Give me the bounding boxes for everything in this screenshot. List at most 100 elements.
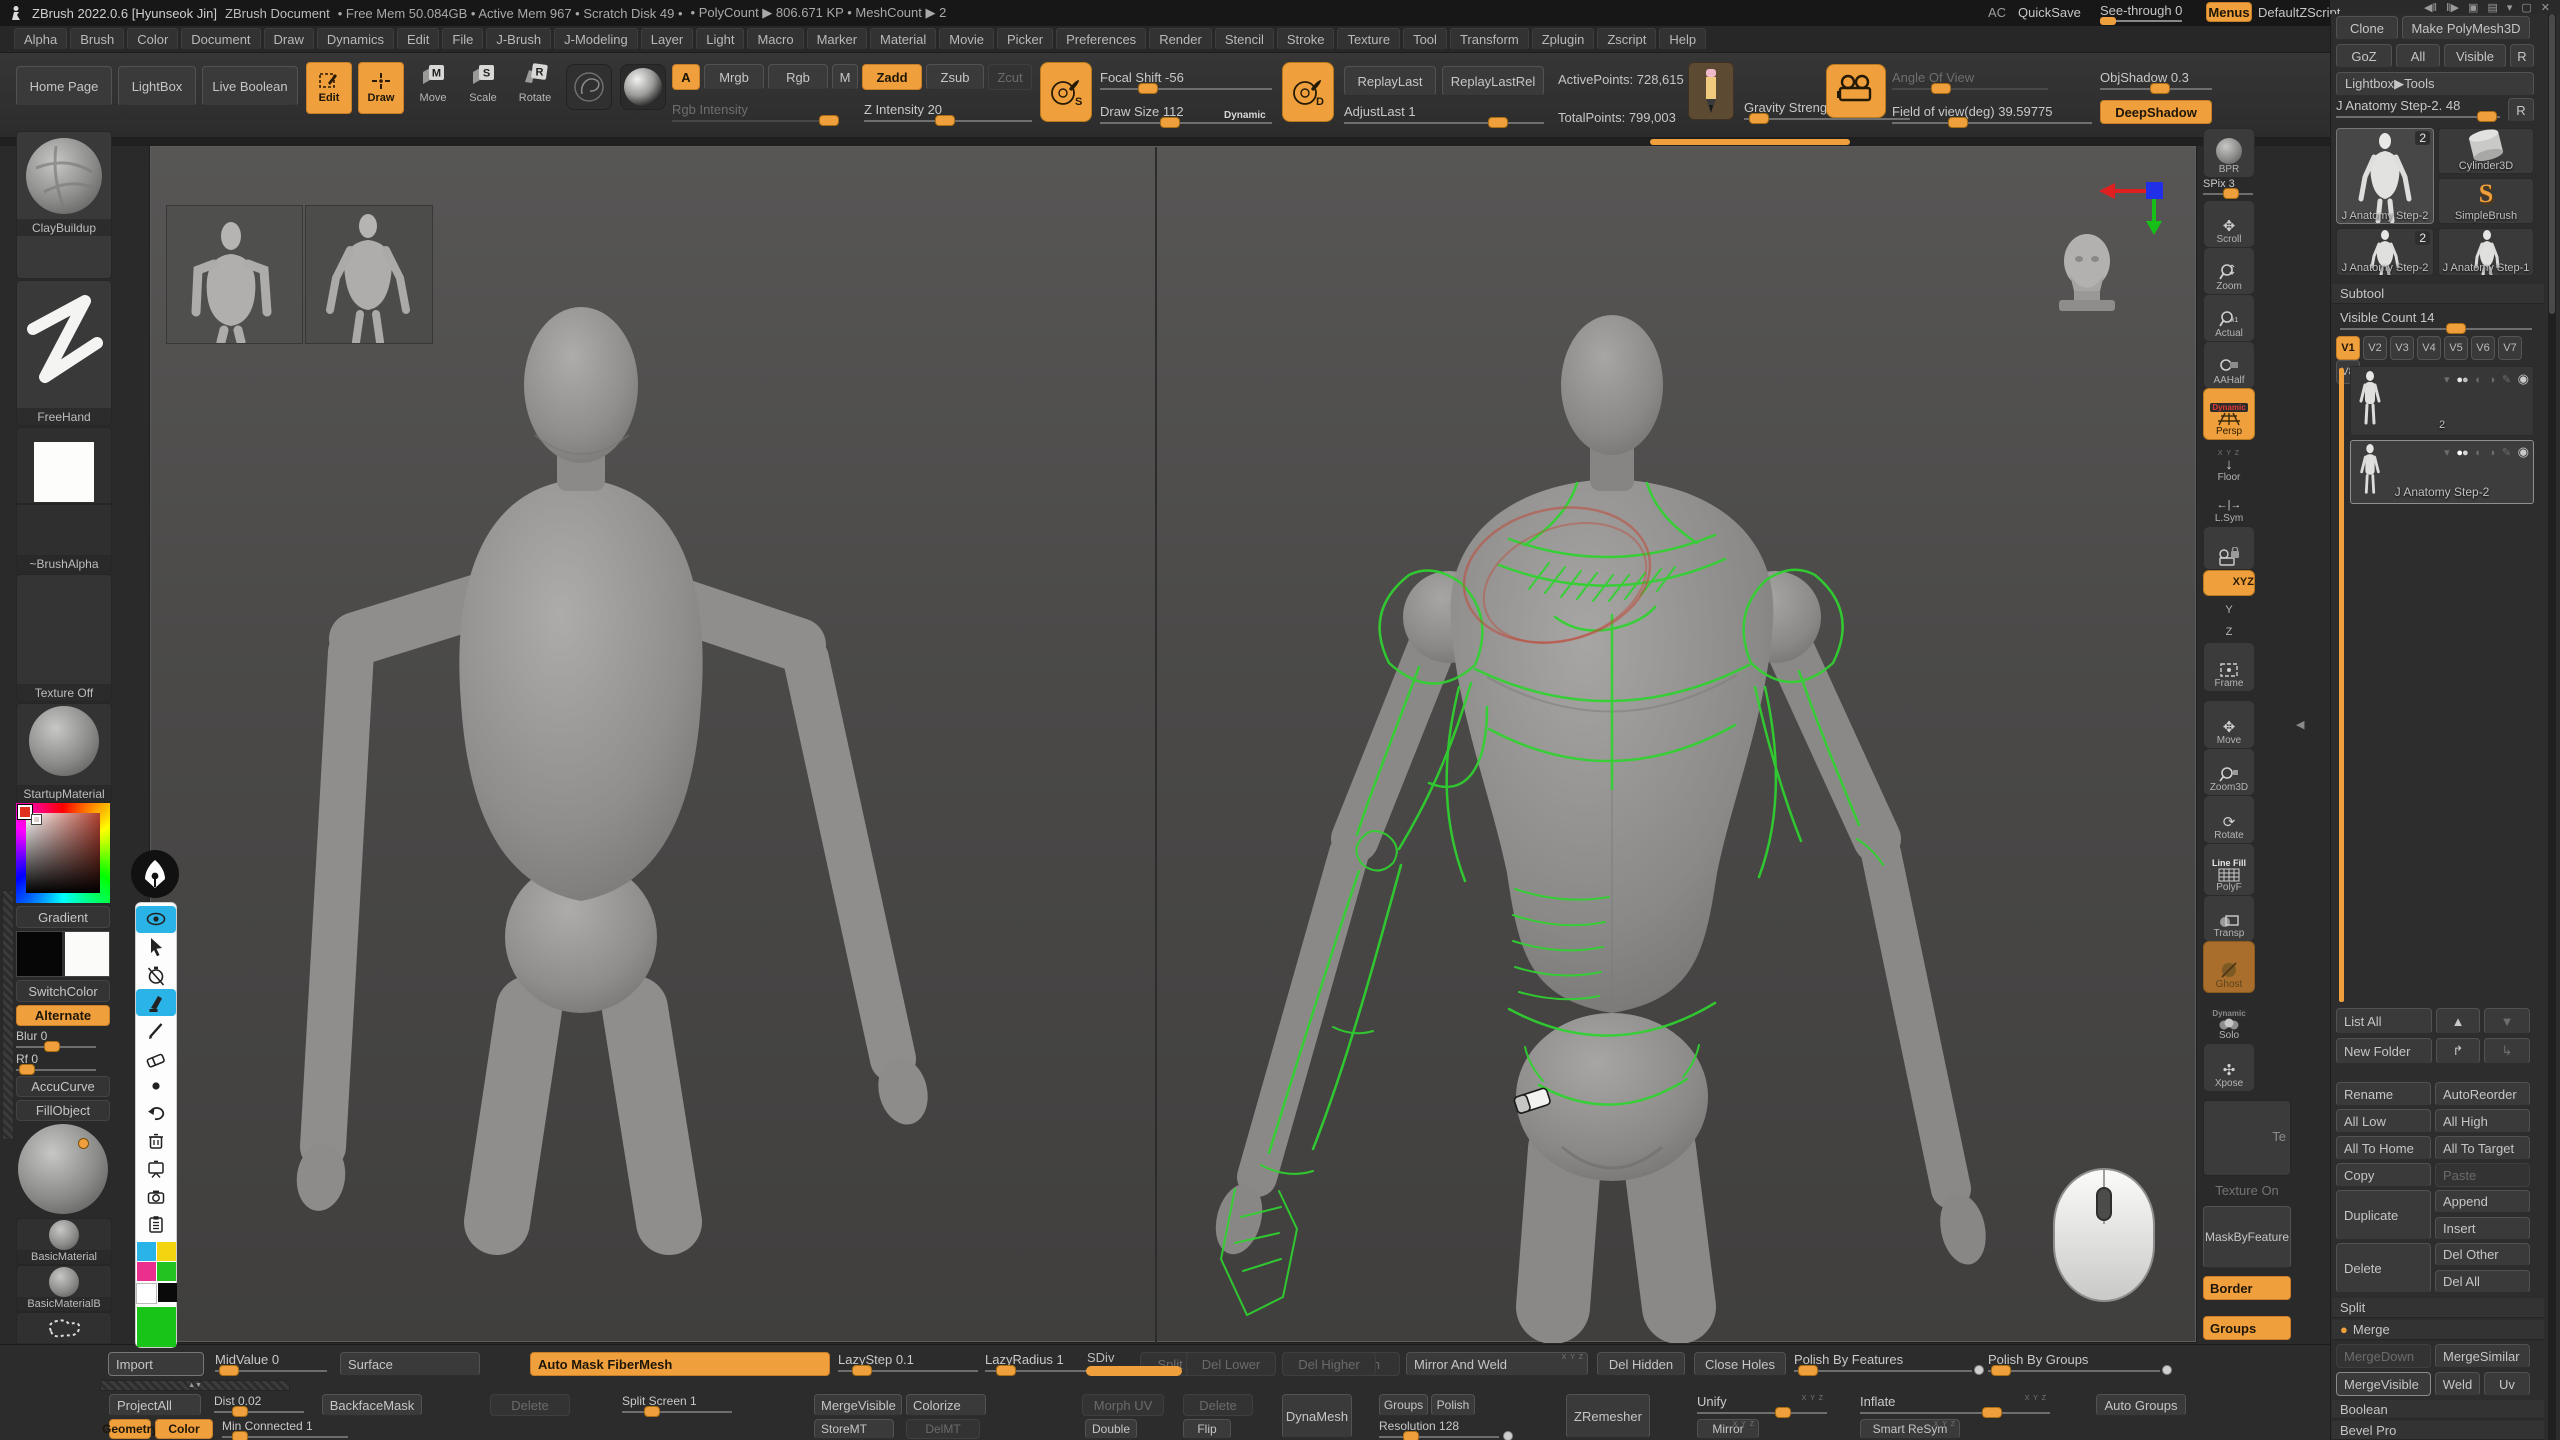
clear-all-tool[interactable]: [136, 1128, 176, 1155]
swatch-yellow[interactable]: [157, 1242, 176, 1261]
fov-knob[interactable]: [1948, 117, 1968, 128]
zadd-toggle[interactable]: Zadd: [862, 64, 922, 90]
swatch-magenta[interactable]: [137, 1262, 156, 1281]
highlighter-tool[interactable]: [136, 989, 176, 1016]
default-zscript-button[interactable]: DefaultZScript: [2258, 5, 2340, 20]
del-lower-button[interactable]: Del Lower: [1186, 1352, 1276, 1376]
adjust-last-slider[interactable]: AdjustLast 1: [1344, 104, 1544, 124]
weld-button[interactable]: Weld: [2435, 1372, 2480, 1396]
del-all-button[interactable]: Del All: [2435, 1270, 2530, 1293]
menu-item[interactable]: Brush: [70, 28, 124, 50]
copy-button[interactable]: Copy: [2336, 1163, 2431, 1187]
menu-item[interactable]: Transform: [1450, 28, 1529, 50]
displacement-icon[interactable]: ◑: [2489, 374, 2496, 386]
gradient-button[interactable]: Gradient: [16, 906, 110, 928]
replay-last-rel-button[interactable]: ReplayLastRel: [1442, 66, 1544, 96]
morph-uv-button[interactable]: Morph UV: [1082, 1394, 1164, 1416]
lightbox-tools-button[interactable]: Lightbox▶Tools: [2336, 72, 2534, 96]
del-other-button[interactable]: Del Other: [2435, 1243, 2530, 1266]
subtool-tab[interactable]: V4: [2417, 336, 2441, 360]
current-stroke-freehand[interactable]: FreeHand: [16, 280, 112, 426]
restore-icon[interactable]: ▢: [2521, 1, 2531, 14]
spix-knob[interactable]: [2223, 188, 2239, 199]
bpr-button[interactable]: BPR: [2203, 128, 2255, 178]
subtool-tab[interactable]: V2: [2363, 336, 2387, 360]
texture-preview[interactable]: Te: [2203, 1100, 2291, 1176]
menu-item[interactable]: J-Modeling: [554, 28, 638, 50]
append-button[interactable]: Append: [2435, 1190, 2530, 1213]
menu-item[interactable]: Movie: [939, 28, 994, 50]
goz-visible-button[interactable]: Visible: [2444, 44, 2506, 68]
dist-knob[interactable]: [232, 1406, 248, 1417]
menu-item[interactable]: Material: [870, 28, 936, 50]
angle-of-view-button[interactable]: [1826, 64, 1886, 118]
layout-alt-icon[interactable]: ▤: [2487, 1, 2497, 14]
unify-button[interactable]: UnifyX Y Z: [1697, 1394, 1827, 1414]
undo-tool[interactable]: [136, 1100, 176, 1127]
menu-item[interactable]: Macro: [747, 28, 803, 50]
menu-item[interactable]: Color: [127, 28, 178, 50]
mrgb-toggle[interactable]: Mrgb: [704, 64, 764, 90]
minimize-icon[interactable]: ▾: [2507, 1, 2513, 14]
sv-square[interactable]: [26, 813, 100, 893]
split-screen-bottom-knob[interactable]: [644, 1406, 660, 1417]
all-high-button[interactable]: All High: [2435, 1109, 2530, 1133]
menu-item[interactable]: Alpha: [14, 28, 67, 50]
delete-row2-button[interactable]: Delete: [490, 1394, 570, 1416]
alternate-button[interactable]: Alternate: [16, 1005, 110, 1026]
rf-knob[interactable]: [19, 1064, 35, 1075]
dynamic-draw-size-button[interactable]: D: [1282, 62, 1334, 122]
tool-thumb-cylinder[interactable]: Cylinder3D: [2438, 128, 2534, 174]
dot-size-tool[interactable]: [136, 1072, 176, 1099]
paint-icon[interactable]: ✎: [2502, 446, 2511, 459]
goz-all-button[interactable]: All: [2396, 44, 2440, 68]
split-screen-bottom-slider[interactable]: Split Screen 1: [622, 1394, 732, 1413]
lazystep-slider[interactable]: LazyStep 0.1: [838, 1352, 978, 1372]
resolution-slider[interactable]: Resolution 128: [1379, 1419, 1499, 1438]
dist-slider[interactable]: Dist 0.02: [214, 1394, 304, 1413]
menu-item[interactable]: Help: [1659, 28, 1706, 50]
move3d-button[interactable]: ✥Move: [2203, 700, 2255, 749]
menu-item[interactable]: Preferences: [1056, 28, 1146, 50]
bottom-tray-handle[interactable]: ▲▼: [100, 1380, 290, 1391]
menu-item[interactable]: Zscript: [1597, 28, 1656, 50]
timer-tool[interactable]: [136, 961, 176, 988]
polypaint-arrow-icon[interactable]: ▾: [2444, 446, 2450, 459]
resolution-knob[interactable]: [1403, 1431, 1419, 1440]
menu-item[interactable]: Texture: [1337, 28, 1400, 50]
tray-collapse-left-icon[interactable]: ◀‖: [2424, 1, 2437, 14]
pen-overlay-logo[interactable]: [131, 850, 179, 898]
canvas-scroll-thumb[interactable]: [1650, 139, 1850, 145]
active-tool-knob[interactable]: [2477, 111, 2497, 122]
rgb-intensity-slider[interactable]: Rgb Intensity: [672, 102, 832, 122]
transp-button[interactable]: Transp: [2203, 895, 2255, 942]
clone-button[interactable]: Clone: [2336, 16, 2398, 40]
spix-slider[interactable]: SPix 3: [2203, 178, 2253, 195]
basic-material-thumb[interactable]: BasicMaterial: [16, 1218, 112, 1265]
adjust-last-knob[interactable]: [1488, 117, 1508, 128]
color-a-toggle[interactable]: A: [672, 64, 700, 90]
gravity-button[interactable]: [1688, 62, 1734, 120]
subtool-item-2-selected[interactable]: ▾ ●● ◐ ◑ ✎ ◉ J Anatomy Step-2: [2350, 440, 2534, 504]
polish-features-knob[interactable]: [1798, 1365, 1818, 1376]
menu-item[interactable]: Document: [181, 28, 260, 50]
blur-slider[interactable]: Blur 0: [16, 1029, 96, 1048]
switch-color-button[interactable]: SwitchColor: [16, 980, 110, 1002]
mask-by-feature-button[interactable]: MaskByFeature: [2203, 1206, 2291, 1268]
make-polymesh3d-button[interactable]: Make PolyMesh3D: [2402, 16, 2530, 40]
uv-icon[interactable]: ◐: [2475, 447, 2482, 459]
zoom3d-button[interactable]: Zoom3D: [2203, 748, 2255, 796]
rotate-mode-button[interactable]: RRotate: [510, 62, 560, 114]
polypaint-arrow-icon[interactable]: ▾: [2444, 373, 2450, 386]
eraser-tool[interactable]: [136, 1045, 176, 1072]
inflate-knob[interactable]: [1982, 1407, 2002, 1418]
inflate-slider[interactable]: InflateX Y Z: [1860, 1394, 2050, 1414]
menu-item[interactable]: Draw: [264, 28, 314, 50]
dynamesh-button[interactable]: DynaMesh: [1282, 1394, 1352, 1438]
uv-merge-button[interactable]: Uv: [2484, 1372, 2530, 1396]
move-out-folder-button[interactable]: ↳: [2484, 1038, 2530, 1064]
subtool-tab[interactable]: V3: [2390, 336, 2414, 360]
rgb-toggle[interactable]: Rgb: [768, 64, 828, 90]
menu-item[interactable]: J-Brush: [486, 28, 551, 50]
insert-button[interactable]: Insert: [2435, 1217, 2530, 1240]
